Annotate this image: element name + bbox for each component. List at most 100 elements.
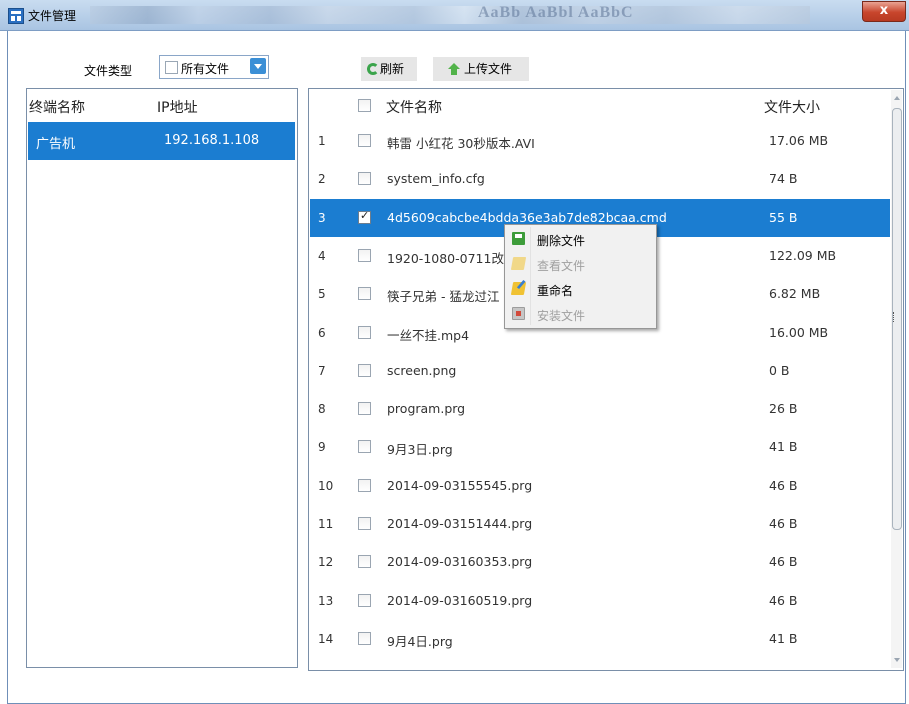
scroll-up-icon[interactable] — [894, 96, 900, 100]
file-size: 74 B — [769, 171, 798, 187]
window-title: 文件管理 — [28, 9, 77, 23]
menu-item-label: 安装文件 — [537, 309, 586, 323]
row-checkbox[interactable] — [358, 593, 371, 607]
file-name: system_info.cfg — [387, 171, 485, 187]
row-checkbox[interactable] — [358, 363, 371, 377]
upload-label: 上传文件 — [464, 62, 513, 76]
save-delete-icon — [512, 232, 525, 245]
upload-arrow-icon — [448, 63, 460, 75]
scroll-down-icon[interactable] — [894, 658, 900, 662]
file-type-selected: 所有文件 — [181, 62, 230, 76]
file-size: 26 B — [769, 401, 798, 417]
column-header-file-size[interactable]: 文件大小 — [764, 97, 820, 117]
file-name: program.prg — [387, 401, 466, 417]
table-row[interactable]: 10 2014-09-03155545.prg 46 B — [310, 467, 890, 505]
context-menu: 删除文件 查看文件 重命名 安装文件 — [504, 224, 657, 329]
row-checkbox[interactable] — [358, 209, 371, 224]
row-index: 13 — [318, 593, 334, 608]
table-row[interactable]: 13 2014-09-03160519.prg 46 B — [310, 582, 890, 620]
file-name: 2014-09-03155545.prg — [387, 477, 533, 493]
table-row[interactable]: 12 2014-09-03160353.prg 46 B — [310, 543, 890, 581]
table-row[interactable]: 14 9月4日.prg 41 B — [310, 620, 890, 658]
title-bar: AaBb AaBbl AaBbC 文件管理 x — [0, 0, 909, 31]
rename-pencil-icon — [510, 282, 527, 295]
terminal-list: 终端名称 IP地址 广告机 192.168.1.108 — [26, 88, 298, 668]
row-index: 8 — [318, 402, 326, 417]
vertical-scrollbar[interactable] — [891, 90, 902, 668]
file-size: 41 B — [769, 439, 798, 455]
file-name: 筷子兄弟 - 猛龙过江 — [387, 289, 500, 305]
refresh-label: 刷新 — [380, 62, 405, 76]
table-row[interactable]: 2 system_info.cfg 74 B — [310, 160, 890, 198]
chevron-down-icon[interactable] — [250, 58, 266, 74]
row-index: 10 — [318, 478, 334, 493]
menu-item-rename[interactable]: 重命名 — [507, 277, 654, 301]
view-note-icon — [510, 257, 527, 270]
row-index: 3 — [318, 210, 326, 225]
file-name: 2014-09-03151444.prg — [387, 516, 533, 531]
menu-item-install-file[interactable]: 安装文件 — [507, 302, 654, 326]
row-checkbox[interactable] — [358, 325, 371, 339]
row-index: 4 — [318, 248, 326, 263]
file-size: 46 B — [769, 592, 798, 608]
file-name: 9月4日.prg — [387, 633, 453, 649]
file-size: 122.09 MB — [769, 247, 837, 263]
file-size: 17.06 MB — [769, 133, 829, 148]
table-row[interactable]: 11 2014-09-03151444.prg 46 B — [310, 505, 890, 543]
row-checkbox[interactable] — [358, 402, 371, 416]
row-checkbox[interactable] — [358, 440, 371, 454]
row-index: 5 — [318, 287, 326, 302]
column-header-file-name[interactable]: 文件名称 — [386, 97, 442, 117]
file-size: 46 B — [769, 477, 798, 493]
file-type-checkbox[interactable] — [165, 61, 178, 74]
row-index: 1 — [318, 134, 326, 148]
upload-file-button[interactable]: 上传文件 — [433, 57, 529, 81]
install-icon — [512, 307, 525, 320]
table-row[interactable]: 7 screen.png 0 B — [310, 352, 890, 390]
file-name: screen.png — [387, 362, 457, 378]
file-name: 2014-09-03160353.prg — [387, 554, 533, 570]
file-size: 46 B — [769, 554, 798, 570]
row-index: 12 — [318, 555, 334, 570]
table-row[interactable]: 8 program.prg 26 B — [310, 390, 890, 428]
terminal-name: 广告机 — [36, 137, 76, 152]
file-size: 0 B — [769, 362, 790, 378]
file-size: 46 B — [769, 516, 798, 531]
row-index: 14 — [318, 631, 334, 646]
select-all-checkbox[interactable] — [358, 99, 371, 112]
row-index: 9 — [318, 440, 326, 455]
file-size: 6.82 MB — [769, 286, 821, 302]
file-name: 一丝不挂.mp4 — [387, 327, 470, 343]
row-checkbox[interactable] — [358, 287, 371, 301]
table-row[interactable]: 1 韩雷 小红花 30秒版本.AVI 17.06 MB — [310, 122, 890, 160]
column-header-ip[interactable]: IP地址 — [157, 97, 198, 117]
blurred-toolbar-background — [90, 6, 810, 24]
row-checkbox[interactable] — [358, 517, 371, 530]
row-checkbox[interactable] — [358, 555, 371, 569]
app-icon — [8, 8, 24, 24]
file-size: 16.00 MB — [769, 324, 829, 340]
table-row[interactable]: 9 9月3日.prg 41 B — [310, 428, 890, 466]
menu-item-view-file[interactable]: 查看文件 — [507, 252, 654, 276]
refresh-icon — [367, 63, 379, 75]
row-checkbox[interactable] — [358, 478, 371, 492]
file-type-label: 文件类型 — [84, 64, 133, 78]
file-name: 韩雷 小红花 30秒版本.AVI — [387, 136, 535, 151]
terminal-list-header: 终端名称 IP地址 — [27, 89, 297, 121]
row-checkbox[interactable] — [358, 134, 371, 147]
file-name: 2014-09-03160519.prg — [387, 592, 533, 608]
row-checkbox[interactable] — [358, 172, 371, 186]
file-name: 9月3日.prg — [387, 442, 453, 458]
menu-item-label: 查看文件 — [537, 259, 586, 273]
menu-item-delete-file[interactable]: 删除文件 — [507, 227, 654, 251]
column-header-terminal-name[interactable]: 终端名称 — [29, 97, 85, 117]
file-type-dropdown[interactable]: 所有文件 — [159, 55, 269, 79]
terminal-ip: 192.168.1.108 — [164, 133, 260, 148]
row-checkbox[interactable] — [358, 248, 371, 262]
blurred-toolbar-text: AaBb AaBbl AaBbC — [478, 4, 634, 21]
refresh-button[interactable]: 刷新 — [361, 57, 417, 81]
close-button[interactable]: x — [862, 1, 906, 22]
row-checkbox[interactable] — [358, 631, 371, 645]
file-name: 1920-1080-0711改 — [387, 250, 504, 266]
terminal-row[interactable]: 广告机 192.168.1.108 — [28, 122, 295, 160]
